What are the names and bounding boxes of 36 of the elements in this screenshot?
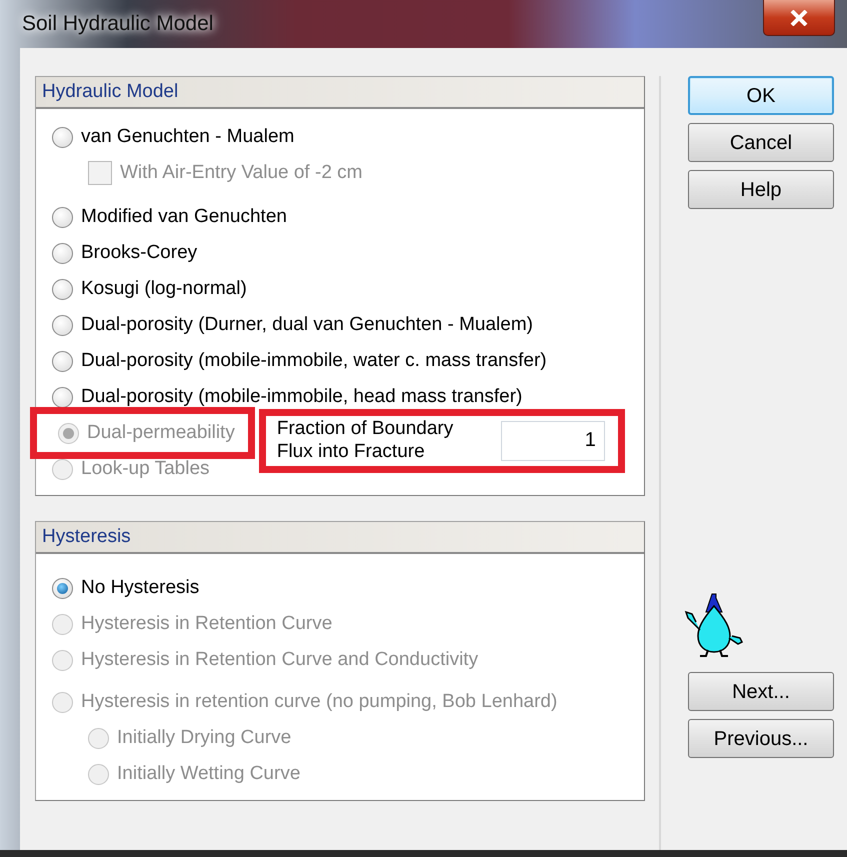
dialog-button[interactable]: Cancel [688, 123, 834, 162]
option-label: Initially Wetting Curve [117, 762, 300, 786]
dialog-button[interactable]: Previous... [688, 719, 834, 758]
radio-button[interactable] [52, 242, 73, 264]
dialog-button[interactable]: Help [688, 170, 834, 209]
field-label: Fraction of Boundary Flux into Fracture [276, 418, 454, 464]
option-label: Initially Drying Curve [117, 726, 292, 750]
window-title: Soil Hydraulic Model [22, 11, 214, 38]
fraction-input[interactable]: 1 [500, 420, 605, 461]
option-label: No Hysteresis [81, 576, 200, 600]
radio-button[interactable] [52, 278, 73, 300]
radio-button[interactable] [52, 578, 73, 598]
option-label: Modified van Genuchten [81, 204, 287, 229]
option-label: van Genuchten - Mualem [81, 124, 294, 149]
option-label: Dual-porosity (mobile-immobile, water c. mass transfer) [81, 348, 547, 373]
option-label: Dual-porosity (mobile-immobile, head mass transfer) [81, 384, 522, 409]
option-label: Hysteresis in retention curve (no pumping, Bob Lenhard) [81, 690, 558, 714]
option-label: With Air-Entry Value of -2 cm [120, 160, 362, 185]
radio-button[interactable] [52, 314, 73, 336]
radio-button[interactable] [52, 126, 73, 148]
option-label: Dual-permeability [87, 420, 235, 445]
radio-button[interactable] [52, 206, 73, 228]
close-icon [790, 10, 808, 26]
option-label: Dual-porosity (Durner, dual van Genuchten - Mualem) [81, 312, 533, 337]
option-label: Look-up Tables [81, 456, 210, 481]
option-label: Hysteresis in Retention Curve and Conductivity [81, 648, 478, 672]
radio-button[interactable] [52, 386, 73, 408]
option-label: Brooks-Corey [81, 240, 198, 265]
group-title: Hydraulic Model [36, 77, 644, 109]
radio-button[interactable] [52, 350, 73, 372]
close-button[interactable] [763, 0, 835, 36]
option-label: Hysteresis in Retention Curve [81, 612, 332, 636]
group-title: Hysteresis [36, 522, 644, 554]
option-label: Kosugi (log-normal) [81, 276, 247, 301]
dialog-button[interactable]: OK [688, 76, 834, 115]
dialog-button[interactable]: Next... [688, 672, 834, 711]
